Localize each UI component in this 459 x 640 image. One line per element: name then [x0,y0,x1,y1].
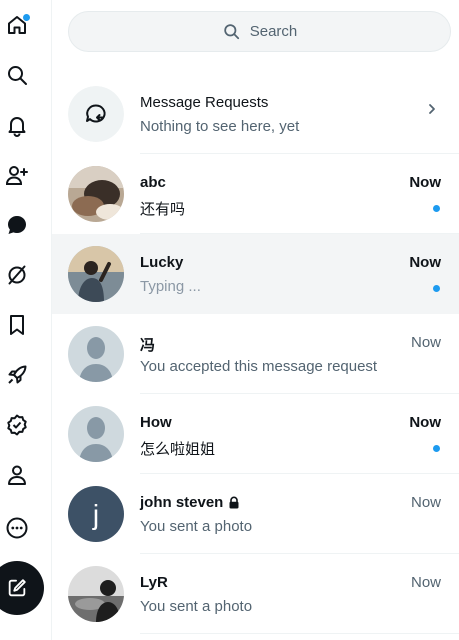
messages-panel: Search Message Requests Nothing to see h… [52,0,459,640]
messages-icon [8,216,26,234]
search-icon [224,24,239,40]
conversation-preview: You sent a photo [140,518,253,535]
conversation-name: john steven [140,494,240,511]
search-icon [8,66,27,85]
message-requests-subtitle: Nothing to see here, yet [140,118,300,135]
avatar-photo [68,566,124,622]
premium-button[interactable] [0,258,34,292]
message-requests-row[interactable]: Message Requests Nothing to see here, ye… [52,74,459,154]
message-requests-title: Message Requests [140,94,269,111]
conversation-name-text: john steven [140,494,224,511]
verified-button[interactable] [0,408,34,442]
chevron-right-icon [429,104,435,114]
message-request-icon [68,86,124,142]
messages-button[interactable] [0,208,34,242]
home-button[interactable] [0,8,34,42]
avatar-photo [68,246,124,302]
unread-dot [433,445,440,452]
bookmark-icon [10,315,24,335]
compose-button[interactable] [0,561,44,615]
typing-indicator: Typing ... [140,278,201,295]
conversation-name: Lucky [140,254,184,271]
conversation-preview: 还有吗 [140,201,186,218]
row-divider [140,633,459,634]
default-avatar [68,326,124,382]
conversation-time: Now [410,334,441,351]
nav-rail [0,0,52,640]
bell-icon [8,117,26,137]
notifications-button[interactable] [0,108,34,142]
conversation-preview: You accepted this message request [140,358,378,375]
verified-badge-icon [7,414,27,436]
profile-icon [8,465,26,485]
avatar [68,246,124,302]
more-icon [6,517,28,539]
conversation-row[interactable]: Lucky Typing ... Now [52,234,459,314]
premium-slash-icon [8,265,26,285]
avatar-letter: j [92,499,99,530]
bookmarks-button[interactable] [0,308,34,342]
profile-button[interactable] [0,458,34,492]
person-add-icon [5,166,28,185]
compose-icon [8,579,26,597]
conversation-name: LyR [140,574,168,591]
search-input[interactable]: Search [68,11,451,52]
unread-dot [433,285,440,292]
conversation-time: Now [409,254,441,271]
search-placeholder: Search [249,23,298,40]
avatar [68,166,124,222]
letter-avatar: j [68,486,124,542]
unread-dot [433,205,440,212]
explore-button[interactable] [0,58,34,92]
conversation-row[interactable]: How 怎么啦姐姐 Now [52,394,459,474]
rocket-button[interactable] [0,358,34,392]
conversation-preview: You sent a photo [140,598,253,615]
message-requests-avatar [68,86,124,142]
conversation-row[interactable]: abc 还有吗 Now [52,154,459,234]
conversation-name: How [140,414,172,431]
default-avatar [68,406,124,462]
avatar: j [68,486,124,542]
conversation-preview: 怎么啦姐姐 [140,441,216,458]
conversation-row[interactable]: 冯 You accepted this message request Now [52,314,459,394]
avatar [68,406,124,462]
lock-icon [228,496,240,509]
more-button[interactable] [0,511,34,545]
rocket-icon [8,365,27,384]
avatar-photo [68,166,124,222]
follow-button[interactable] [0,158,34,192]
avatar [68,566,124,622]
conversation-name: abc [140,174,166,191]
conversation-name: 冯 [140,337,156,354]
home-notification-dot [23,14,30,21]
conversation-time: Now [409,414,441,431]
conversation-time: Now [410,574,441,591]
conversation-row[interactable]: j john steven You sent a photo Now [52,474,459,554]
conversation-time: Now [409,174,441,191]
conversation-row[interactable]: LyR You sent a photo Now [52,554,459,634]
conversation-time: Now [410,494,441,511]
avatar [68,326,124,382]
